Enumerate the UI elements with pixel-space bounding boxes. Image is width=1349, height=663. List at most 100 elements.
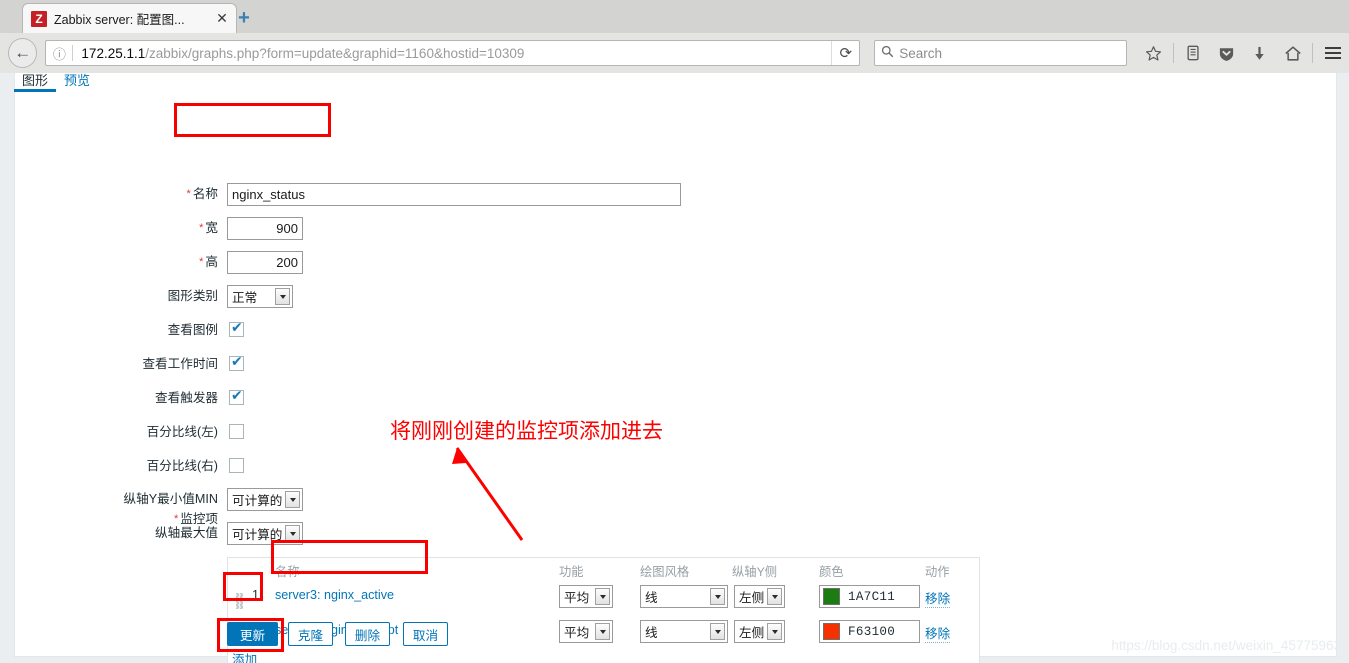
form-row-width: * 宽	[0, 217, 1323, 251]
label-show-working-time: 查看工作时间	[0, 353, 218, 375]
label-show-working-time-text: 查看工作时间	[142, 357, 218, 371]
y-side-select[interactable]: 左侧	[734, 585, 785, 608]
table-row: 1: server3: nginx_active 平均 线 左侧 1A7C11	[228, 585, 979, 619]
label-show-triggers-text: 查看触发器	[155, 391, 218, 405]
width-input[interactable]	[227, 217, 303, 240]
item-name-link[interactable]: server3: nginx_active	[275, 588, 394, 602]
remove-link[interactable]: 移除	[925, 588, 951, 608]
browser-tab-title: Zabbix server: 配置图...	[54, 13, 185, 27]
chevron-down-icon	[275, 288, 290, 305]
color-swatch[interactable]	[823, 623, 840, 640]
percentile-right-checkbox[interactable]	[229, 458, 244, 473]
screenshot-root: Z Zabbix server: 配置图... ✕ + ← ⓘ 172.25.1…	[0, 0, 1349, 663]
y-side-select[interactable]: 左侧	[734, 620, 785, 643]
add-item-link[interactable]: 添加	[232, 649, 257, 663]
browser-search-bar[interactable]: Search	[874, 40, 1127, 66]
draw-style-value: 线	[645, 591, 658, 605]
graph-type-select[interactable]: 正常	[227, 285, 293, 308]
height-input[interactable]	[227, 251, 303, 274]
browser-chrome: Z Zabbix server: 配置图... ✕ + ← ⓘ 172.25.1…	[0, 0, 1349, 73]
drag-handle-icon[interactable]	[236, 593, 243, 609]
reload-icon[interactable]: ⟳	[831, 41, 859, 65]
bookmark-star-icon[interactable]	[1137, 38, 1170, 68]
new-tab-icon[interactable]: +	[233, 8, 255, 30]
show-working-time-checkbox[interactable]	[229, 354, 244, 371]
tab-graph[interactable]: 图形	[13, 73, 57, 92]
y-side-value: 左侧	[739, 626, 765, 640]
col-header-draw-style: 绘图风格	[640, 565, 690, 579]
show-legend-checkbox[interactable]	[229, 320, 244, 337]
table-row: 2: server3: nginx_accept 平均 线 左侧 F63100	[228, 620, 979, 654]
remove-link[interactable]: 移除	[925, 623, 951, 643]
chevron-down-icon	[595, 588, 610, 605]
site-info-icon[interactable]: ⓘ	[46, 44, 72, 63]
label-height: * 高	[0, 251, 218, 273]
url-path: /zabbix/graphs.php?form=update&graphid=1…	[145, 45, 525, 61]
chevron-down-icon	[767, 588, 782, 605]
menu-icon[interactable]	[1316, 38, 1349, 68]
required-marker: *	[186, 188, 191, 200]
show-triggers-checkbox[interactable]	[229, 388, 244, 405]
search-input[interactable]: Search	[899, 46, 942, 61]
label-percentile-right: 百分比线(右)	[0, 455, 218, 477]
chevron-down-icon	[767, 623, 782, 640]
required-marker: *	[199, 256, 204, 268]
col-header-color: 颜色	[819, 565, 844, 579]
col-header-action: 动作	[925, 565, 950, 579]
label-percentile-right-text: 百分比线(右)	[146, 459, 218, 473]
pocket-icon[interactable]	[1210, 38, 1243, 68]
url-bar[interactable]: ⓘ 172.25.1.1/zabbix/graphs.php?form=upda…	[45, 40, 861, 66]
form-row-name: * 名称	[0, 183, 1323, 217]
chevron-down-icon	[285, 491, 300, 508]
browser-tab[interactable]: Z Zabbix server: 配置图... ✕	[22, 3, 237, 33]
label-items-text: 监控项	[180, 512, 218, 526]
label-name-text: 名称	[192, 187, 218, 201]
zabbix-favicon: Z	[31, 10, 47, 27]
label-percentile-left-text: 百分比线(左)	[146, 425, 218, 439]
y-side-value: 左侧	[739, 591, 765, 605]
draw-style-select[interactable]: 线	[640, 620, 728, 643]
home-icon[interactable]	[1276, 38, 1309, 68]
color-picker[interactable]: F63100	[819, 620, 920, 643]
downloads-icon[interactable]	[1243, 38, 1276, 68]
label-width: * 宽	[0, 217, 218, 239]
update-button[interactable]: 更新	[227, 622, 278, 646]
close-icon[interactable]: ✕	[214, 10, 230, 27]
label-show-triggers: 查看触发器	[0, 387, 218, 409]
label-graph-type: 图形类别	[0, 285, 218, 307]
col-header-name: 名称	[275, 565, 300, 579]
y-min-value: 可计算的	[232, 494, 283, 508]
color-picker[interactable]: 1A7C11	[819, 585, 920, 608]
reader-icon[interactable]	[1177, 38, 1210, 68]
url-host: 172.25.1.1	[81, 45, 146, 61]
required-marker: *	[173, 513, 179, 525]
chevron-down-icon	[710, 588, 725, 605]
function-select[interactable]: 平均	[559, 620, 613, 643]
label-y-min: 纵轴Y最小值MIN	[0, 488, 218, 510]
label-name: * 名称	[0, 183, 218, 205]
delete-button[interactable]: 删除	[345, 622, 390, 646]
percentile-left-checkbox[interactable]	[229, 424, 244, 439]
function-value: 平均	[564, 591, 590, 605]
col-header-function: 功能	[559, 565, 584, 579]
toolbar-divider-2	[1312, 43, 1313, 63]
name-input[interactable]	[227, 183, 681, 206]
function-value: 平均	[564, 626, 590, 640]
items-table-header: 名称 功能 绘图风格 纵轴Y侧 颜色 动作	[228, 562, 979, 580]
color-swatch[interactable]	[823, 588, 840, 605]
label-y-min-text: 纵轴Y最小值MIN	[123, 492, 218, 506]
function-select[interactable]: 平均	[559, 585, 613, 608]
tab-preview[interactable]: 预览	[64, 73, 90, 88]
form-row-percentile-right: 百分比线(右)	[0, 455, 1323, 489]
back-icon[interactable]: ←	[8, 38, 38, 68]
chevron-down-icon	[595, 623, 610, 640]
form-row-height: * 高	[0, 251, 1323, 285]
form-row-show-working-time: 查看工作时间	[0, 353, 1323, 387]
col-header-y-side: 纵轴Y侧	[732, 565, 778, 579]
label-items: * 监控项	[0, 508, 218, 530]
graph-type-value: 正常	[232, 291, 258, 305]
clone-button[interactable]: 克隆	[288, 622, 333, 646]
draw-style-select[interactable]: 线	[640, 585, 728, 608]
draw-style-value: 线	[645, 626, 658, 640]
cancel-button[interactable]: 取消	[403, 622, 448, 646]
